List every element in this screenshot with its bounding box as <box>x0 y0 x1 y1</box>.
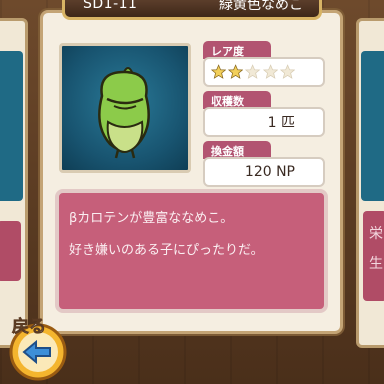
back-button-label[interactable]: 戻る <box>12 312 47 338</box>
next-card-text-2: 生 <box>369 256 383 272</box>
nameko-name: 緑黄色なめこ <box>219 0 303 13</box>
nameko-detail-card: レア度 収穫数 1 匹 換金額 120 NP βカロテンが豊富ななめこ。 好き嫌… <box>40 10 343 334</box>
rarity-stars <box>203 57 325 87</box>
next-card-portrait <box>361 51 384 201</box>
description-line-1: βカロテンが豊富ななめこ。 <box>69 211 234 226</box>
next-card[interactable]: 栄 生 <box>356 18 384 348</box>
description-line-2: 好き嫌いのある子にぴったりだ。 <box>69 243 264 258</box>
title-banner: SD1-11 緑黄色なめこ <box>62 0 322 20</box>
green-nameko-illustration <box>98 67 150 159</box>
next-card-text-1: 栄 <box>369 226 383 242</box>
next-card-description: 栄 生 <box>363 211 384 301</box>
price-value: 120 NP <box>203 157 325 187</box>
description-box: βカロテンが豊富ななめこ。 好き嫌いのある子にぴったりだ。 <box>55 189 328 313</box>
star-empty-icon <box>262 64 278 79</box>
nameko-portrait <box>59 43 191 173</box>
star-empty-icon <box>245 64 261 79</box>
harvest-value: 1 匹 <box>203 107 325 137</box>
star-filled-icon <box>211 64 227 79</box>
star-filled-icon <box>228 64 244 79</box>
previous-card[interactable] <box>0 18 28 348</box>
previous-card-portrait <box>0 51 23 201</box>
previous-card-description <box>0 221 21 281</box>
star-empty-icon <box>279 64 296 79</box>
nameko-code: SD1-11 <box>83 0 138 12</box>
